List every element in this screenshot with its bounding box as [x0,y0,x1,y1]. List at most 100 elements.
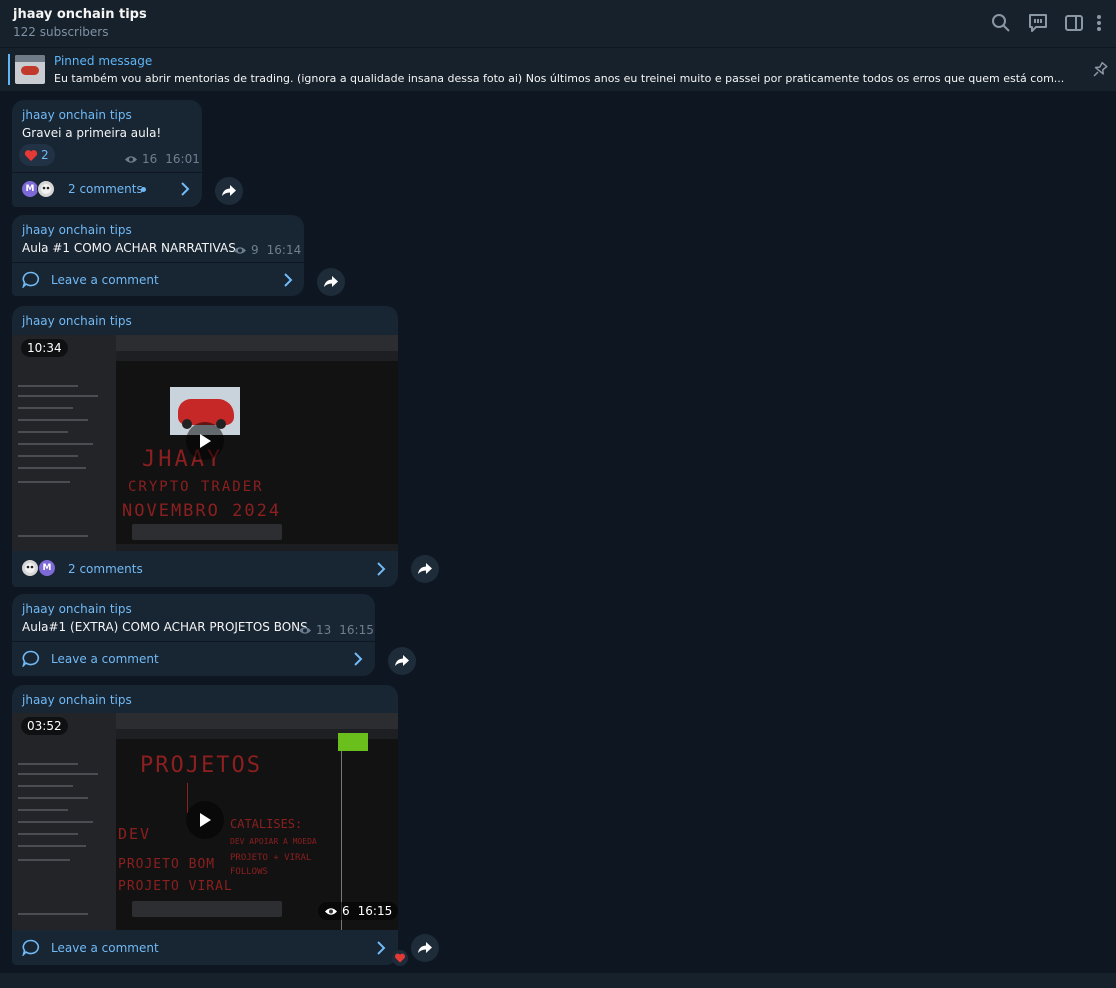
message-bubble: jhaay onchain tips Aula #1 COMO ACHAR NA… [12,215,304,296]
view-count: 13 [316,623,332,637]
panda-avatar-icon [25,563,35,573]
message-meta: 9 16:14 [233,243,301,257]
video-browser-toolbar [116,351,398,361]
play-button[interactable] [186,422,224,460]
comments-button[interactable]: M 2 comments [12,551,398,587]
message-time: 16:01 [165,152,200,166]
video-scrawl-text: PROJETOS [140,753,262,778]
message-list[interactable]: jhaay onchain tips Gravei a primeira aul… [0,91,1116,973]
eye-icon [234,246,246,254]
eye-icon [325,907,337,915]
comment-icon [22,650,40,667]
pinned-thumbnail [15,55,45,84]
share-button[interactable] [317,268,345,296]
video-scrawl-text: FOLLOWS [230,867,268,877]
video-browser-tabs [116,335,398,351]
more-vertical-icon[interactable] [1094,12,1104,34]
comments-label: Leave a comment [51,273,159,287]
discuss-icon[interactable] [1027,12,1049,34]
view-count: 9 [251,243,259,257]
eye-icon [299,626,311,634]
play-icon [200,813,211,827]
video-player[interactable]: JHAAY CRYPTO TRADER NOVEMBRO 2024 10:34 [12,335,398,551]
avatar [21,559,39,577]
comments-label: Leave a comment [51,941,159,955]
reaction-count: 2 [41,148,49,162]
share-icon [324,276,338,287]
channel-title[interactable]: jhaay onchain tips [13,7,147,22]
share-button[interactable] [215,177,243,205]
comments-label: Leave a comment [51,652,159,666]
message-author[interactable]: jhaay onchain tips [22,108,132,122]
composer-bar[interactable] [0,973,1116,988]
video-scrawl-text: CRYPTO TRADER [128,479,264,495]
comments-label: 2 comments [68,182,143,196]
leave-comment-button[interactable]: Leave a comment [12,641,375,675]
search-icon[interactable] [990,12,1012,34]
share-icon [222,185,236,196]
heart-icon[interactable] [392,950,408,966]
video-browser-tabs [116,713,398,729]
message-bubble: jhaay onchain tips JHAAY CRYPTO TRADER N… [12,306,398,587]
video-sidebar-frame [12,335,116,551]
chevron-right-icon [354,652,363,666]
video-scrawl-text: DEV APOIAR A MOEDA [230,837,317,846]
view-count: 6 [342,904,350,918]
message-author[interactable]: jhaay onchain tips [22,314,132,328]
sidebar-toggle-icon[interactable] [1063,12,1085,34]
video-scrawl-text: DEV [118,825,152,843]
panda-avatar-icon [41,184,51,194]
unpin-icon[interactable] [1090,60,1110,80]
video-scrawl-text: NOVEMBRO 2024 [122,501,282,521]
avatar [37,180,55,198]
chevron-right-icon [377,941,386,955]
chevron-right-icon [377,562,386,576]
message-meta: 13 16:15 [298,623,374,637]
avatar: M [38,559,56,577]
message-text: Aula #1 COMO ACHAR NARRATIVAS [22,241,236,255]
share-button[interactable] [411,934,439,962]
subscriber-count: 122 subscribers [13,25,109,39]
play-button[interactable] [186,801,224,839]
video-duration: 03:52 [21,717,68,735]
message-bubble: jhaay onchain tips Gravei a primeira aul… [12,100,202,207]
video-sidebar-frame [12,713,116,930]
message-author[interactable]: jhaay onchain tips [22,223,132,237]
message-time: 16:15 [339,623,374,637]
eye-icon [125,155,137,163]
message-meta: 6 16:15 [318,902,398,920]
message-bubble: jhaay onchain tips Aula#1 (EXTRA) COMO A… [12,594,375,676]
message-author[interactable]: jhaay onchain tips [22,602,132,616]
video-pen-toolbar [132,901,282,917]
comment-icon [22,271,40,288]
pinned-label: Pinned message [54,54,153,68]
share-button[interactable] [411,555,439,583]
video-scrawl-text: CATALISES: [230,817,303,831]
comments-label: 2 comments [68,562,143,576]
leave-comment-button[interactable]: Leave a comment [12,262,304,296]
chevron-right-icon [181,182,190,196]
video-duration: 10:34 [21,339,68,357]
comment-icon [22,939,40,956]
message-author[interactable]: jhaay onchain tips [22,693,132,707]
pinned-message-bar[interactable]: Pinned message Eu também vou abrir mento… [0,47,1116,91]
share-button[interactable] [388,647,416,675]
message-time: 16:14 [266,243,302,257]
share-icon [418,563,432,574]
share-icon [418,942,432,953]
message-time: 16:15 [357,904,393,918]
message-text: Gravei a primeira aula! [22,126,162,140]
pinned-indicator [8,54,10,85]
reaction-chip[interactable]: 2 [19,144,55,166]
video-scrawl-text: PROJETO BOM [118,857,216,872]
message-bubble: jhaay onchain tips PROJETOS DEV PROJETO … [12,685,398,965]
leave-comment-button[interactable]: Leave a comment [12,930,398,965]
share-icon [395,655,409,666]
comments-button[interactable]: M 2 comments [12,172,202,206]
play-icon [200,434,211,448]
view-count: 16 [142,152,158,166]
chat-header: jhaay onchain tips 122 subscribers [0,0,1116,47]
video-player[interactable]: PROJETOS DEV PROJETO BOM PROJETO VIRAL C… [12,713,398,930]
pinned-text: Eu também vou abrir mentorias de trading… [54,72,1065,85]
heart-icon [24,149,38,161]
